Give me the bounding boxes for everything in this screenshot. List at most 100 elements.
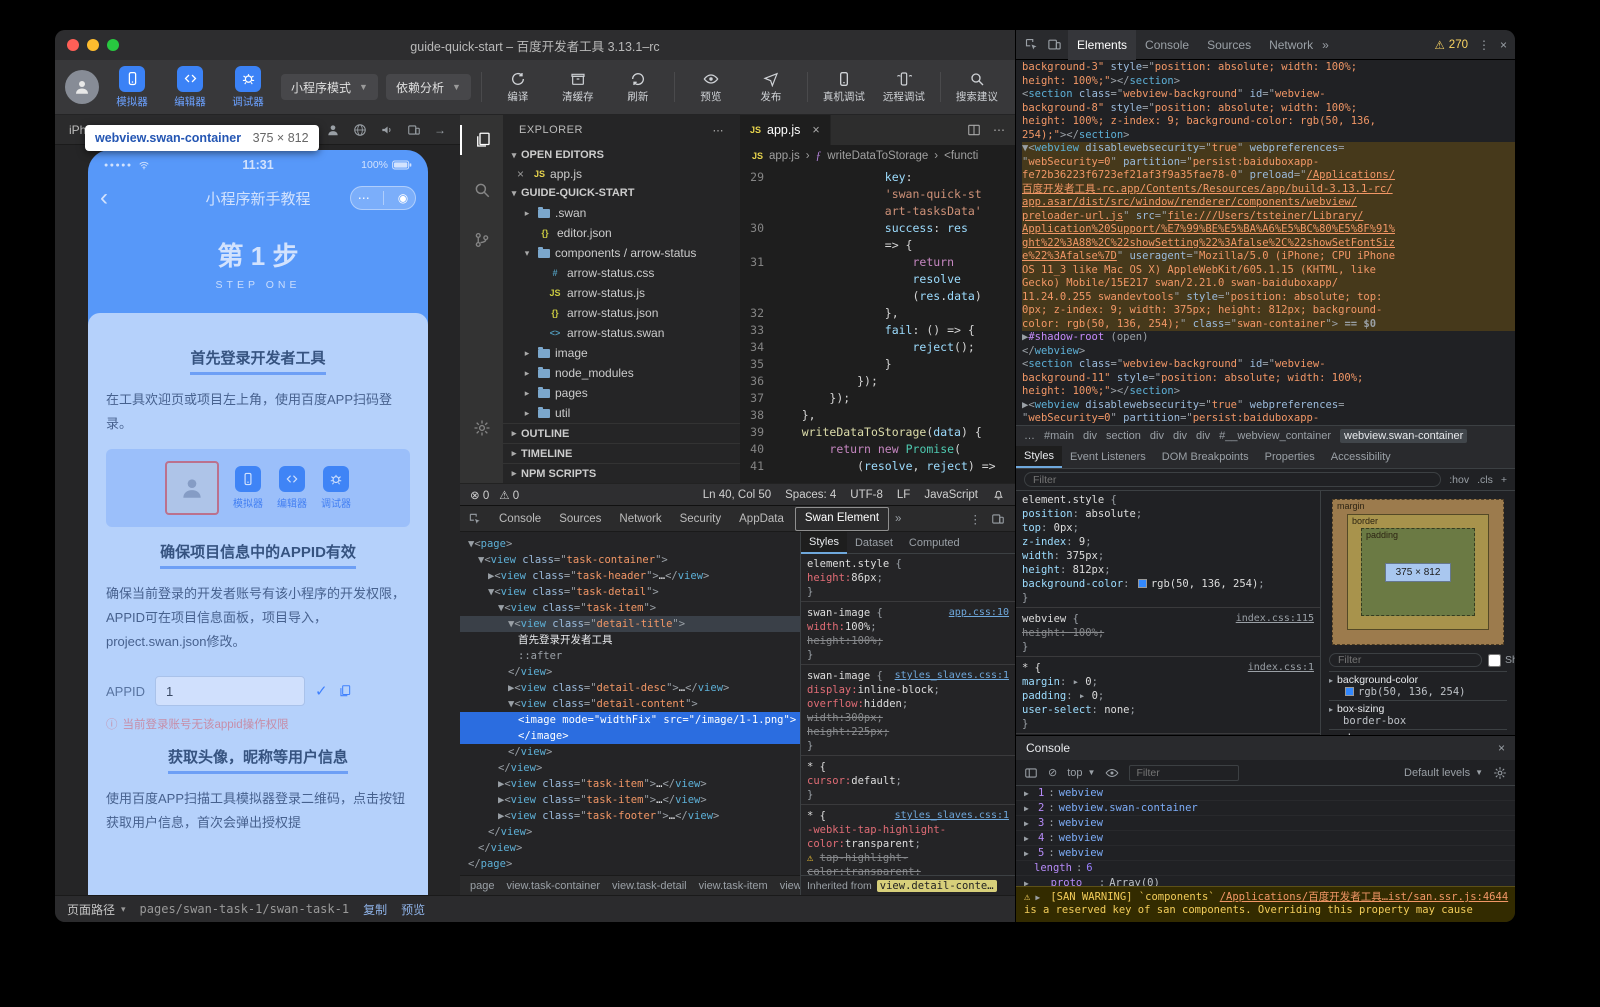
copy-path-button[interactable]: 复制 <box>363 901 387 918</box>
devtools-tab[interactable]: Sources <box>550 507 610 531</box>
element-node[interactable]: ▼<view class="detail-content"> <box>460 696 800 712</box>
source-control-icon[interactable] <box>460 225 503 255</box>
inspect-icon[interactable] <box>1024 37 1039 52</box>
computed-property[interactable]: ▸box-sizing border-box <box>1329 700 1507 729</box>
style-declaration[interactable]: webview { index.css:115 <box>1016 612 1320 626</box>
dom-node[interactable]: app.asar/dist/src/window/renderer/compon… <box>1022 196 1515 210</box>
style-declaration[interactable]: user-select: none; <box>1016 703 1320 717</box>
style-declaration[interactable]: } <box>1016 717 1320 731</box>
code-line[interactable]: 35 } <box>740 356 1015 373</box>
debugger-toggle-button[interactable]: 调试器 <box>223 66 273 109</box>
breadcrumb-item[interactable]: #main <box>1044 430 1074 442</box>
editor-toggle-button[interactable]: 编辑器 <box>165 66 215 109</box>
more-options-icon[interactable]: ⋮ <box>970 512 982 526</box>
preview-path-button[interactable]: 预览 <box>401 901 425 918</box>
device-frame-icon[interactable] <box>407 123 421 137</box>
code-line[interactable]: (res.data) <box>740 288 1015 305</box>
close-tab-icon[interactable]: × <box>812 123 819 137</box>
search-icon[interactable] <box>460 175 503 205</box>
code-lines[interactable]: 29 key: 'swan-quick-st <box>740 167 1015 483</box>
devtools-tab[interactable]: Network <box>1260 30 1322 60</box>
styles-tab[interactable]: Accessibility <box>1323 447 1399 467</box>
element-node[interactable]: ▼<view class="task-item"> <box>460 600 800 616</box>
stylesheet-link[interactable]: index.css:1 <box>1248 661 1314 675</box>
device-icon[interactable] <box>991 512 1005 526</box>
device-toolbar-icon[interactable] <box>1047 37 1062 52</box>
dom-node[interactable]: ▶<webview disablewebsecurity="true" webp… <box>1022 399 1515 413</box>
expand-icon[interactable]: ▶ <box>1024 834 1034 843</box>
console-entry[interactable]: ▶ 4: webview <box>1016 831 1515 846</box>
code-line[interactable]: => { <box>740 237 1015 254</box>
clear-console-icon[interactable]: ⊘ <box>1048 766 1057 779</box>
element-node[interactable]: </view> <box>460 824 800 840</box>
close-icon[interactable]: × <box>517 167 529 181</box>
inherited-element-link[interactable]: view.detail-conte… <box>877 880 997 892</box>
devtools-tab[interactable]: Console <box>490 507 550 531</box>
box-model[interactable]: margin border padding 375 × 812 <box>1332 499 1504 645</box>
warnings-indicator[interactable]: ⚠ 0 <box>499 488 519 502</box>
styles-tab[interactable]: DOM Breakpoints <box>1154 447 1257 467</box>
code-line[interactable]: 37 }); <box>740 390 1015 407</box>
breadcrumb-item[interactable]: #__webview_container <box>1219 430 1331 442</box>
stylesheet-link[interactable]: styles_slaves.css:1 <box>895 669 1009 683</box>
style-declaration[interactable]: height:86px; <box>801 571 1015 585</box>
code-line[interactable]: 33 fail: () => { <box>740 322 1015 339</box>
clear-cache-button[interactable]: 清缓存 <box>552 71 604 104</box>
breadcrumb-item[interactable]: view.task-item <box>699 880 768 892</box>
collapse-panel-icon[interactable]: → <box>434 123 446 137</box>
style-declaration[interactable]: } <box>801 739 1015 753</box>
capsule-menu[interactable]: ⋯◉ <box>350 186 416 210</box>
dom-node[interactable]: 0px; z-index: 9; width: 375px; height: 8… <box>1022 304 1515 318</box>
element-node[interactable]: </view> <box>460 760 800 776</box>
style-declaration[interactable]: } <box>801 648 1015 662</box>
code-line[interactable]: 36 }); <box>740 373 1015 390</box>
breadcrumb-item[interactable]: div <box>1083 430 1097 442</box>
source-link[interactable]: /Applications/百度开发者工具…ist/san.ssr.js:464… <box>1220 889 1508 904</box>
close-drawer-icon[interactable]: × <box>1498 741 1505 755</box>
more-options-icon[interactable]: ⋮ <box>1478 38 1490 52</box>
breadcrumb-item[interactable]: div <box>1173 430 1187 442</box>
breadcrumb-item[interactable]: div <box>1150 430 1164 442</box>
dom-node[interactable]: 百度开发者工具-rc.app/Contents/Resources/app/bu… <box>1022 183 1515 197</box>
more-icon[interactable]: ⋯ <box>358 191 370 205</box>
expand-icon[interactable]: ▶ <box>1024 849 1034 858</box>
style-declaration[interactable]: element.style { <box>801 557 1015 571</box>
style-declaration[interactable]: color:transparent; <box>801 865 1015 875</box>
dom-node[interactable]: background-11" style="position: absolute… <box>1022 372 1515 386</box>
element-node[interactable]: </view> <box>460 744 800 760</box>
refresh-button[interactable]: 刷新 <box>612 71 664 104</box>
element-node[interactable]: </view> <box>460 664 800 680</box>
dom-node[interactable]: <section class="webview-background" id="… <box>1022 358 1515 372</box>
more-tabs-icon[interactable]: » <box>1322 38 1329 52</box>
style-declaration[interactable]: * { index.css:1 <box>1016 661 1320 675</box>
style-declaration[interactable]: color:transparent; <box>801 837 1015 851</box>
style-declaration[interactable]: position: absolute; <box>1016 507 1320 521</box>
code-line[interactable]: 39 writeDataToStorage(data) { <box>740 424 1015 441</box>
dom-node[interactable]: preloader-url.js" src="file:///Users/tst… <box>1022 210 1515 224</box>
element-node[interactable]: ▶<view class="task-item">…</view> <box>460 792 800 808</box>
search-suggest-button[interactable]: 搜索建议 <box>951 71 1003 104</box>
element-node[interactable]: ▶<view class="detail-desc">…</view> <box>460 680 800 696</box>
breadcrumb-item[interactable]: webview.swan-container <box>1340 429 1467 443</box>
inspect-icon[interactable] <box>468 512 482 526</box>
explorer-section-header[interactable]: ▸TIMELINE <box>503 443 740 463</box>
sound-icon[interactable] <box>380 123 394 137</box>
console-entry[interactable]: length: 6 <box>1016 861 1515 876</box>
code-line[interactable]: 38 }, <box>740 407 1015 424</box>
toggle-pseudo-button[interactable]: :hov <box>1449 474 1469 486</box>
console-tab[interactable]: Console <box>1026 741 1070 755</box>
toggle-class-button[interactable]: .cls <box>1477 474 1493 486</box>
devtools-tab[interactable]: Sources <box>1198 30 1260 60</box>
editor-tab[interactable]: JS app.js × <box>740 115 831 145</box>
dom-node[interactable]: ▼<webview disablewebsecurity="true" webp… <box>1022 142 1515 156</box>
tree-item[interactable]: ▸ pages <box>503 383 740 403</box>
explorer-section-header[interactable]: ▸NPM SCRIPTS <box>503 463 740 483</box>
cursor-position[interactable]: Ln 40, Col 50 <box>703 489 771 501</box>
element-node[interactable]: </page> <box>460 856 800 872</box>
show-all-checkbox[interactable]: Show all <box>1488 654 1515 667</box>
code-line[interactable]: resolve <box>740 271 1015 288</box>
tree-item[interactable]: # arrow-status.css <box>503 263 740 283</box>
console-entry[interactable]: ▶ 5: webview <box>1016 846 1515 861</box>
open-editors-section[interactable]: ▾OPEN EDITORS <box>503 145 740 165</box>
more-tabs-icon[interactable]: » <box>891 513 905 525</box>
